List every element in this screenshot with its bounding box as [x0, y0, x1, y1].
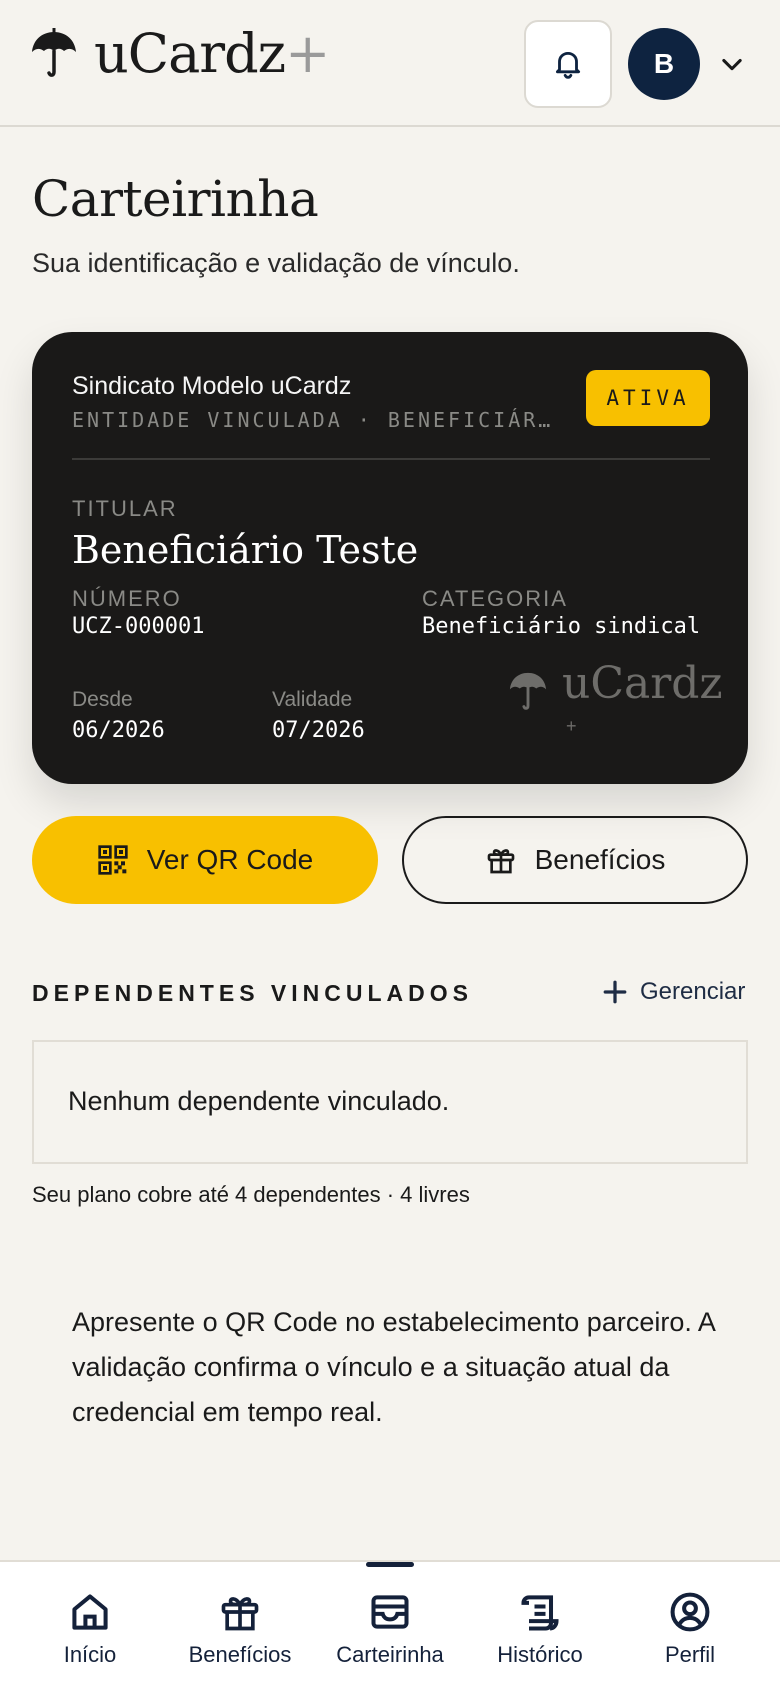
logo-text: uCardz+ [94, 22, 330, 85]
card-divider [72, 458, 710, 460]
status-badge: ATIVA [586, 370, 710, 426]
chevron-down-icon[interactable] [718, 50, 746, 78]
nav-item-historico[interactable]: Histórico [462, 1562, 618, 1688]
plus-icon [603, 980, 627, 1004]
umbrella-icon [509, 672, 547, 710]
number-label: NÚMERO [72, 586, 182, 611]
gift-icon [221, 1597, 259, 1631]
membership-card: Sindicato Modelo uCardz ENTIDADE VINCULA… [32, 332, 748, 784]
card-brand-text: uCardz [562, 658, 723, 709]
avatar[interactable]: B [628, 28, 700, 100]
nav-label: Início [63, 1642, 117, 1667]
logo-plus: + [285, 22, 330, 85]
manage-dependents-link[interactable]: Gerenciar [602, 978, 745, 1006]
nav-item-inicio[interactable]: Início [12, 1562, 168, 1688]
nav-label: Carteirinha [336, 1642, 444, 1667]
qr-code-icon [98, 845, 128, 875]
notifications-button[interactable] [524, 20, 612, 108]
nav-label: Perfil [664, 1642, 716, 1667]
nav-item-perfil[interactable]: Perfil [612, 1562, 768, 1688]
benefits-label: Benefícios [534, 844, 666, 875]
nav-item-beneficios[interactable]: Benefícios [162, 1562, 318, 1688]
nav-label: Benefícios [188, 1642, 292, 1667]
card-entity-name: Sindicato Modelo uCardz [72, 372, 352, 400]
view-qr-code-label: Ver QR Code [146, 844, 314, 875]
dependents-section-title: DEPENDENTES VINCULADOS [32, 980, 473, 1006]
avatar-initial: B [653, 48, 675, 79]
qr-instructions: Apresente o QR Code no estabelecimento p… [72, 1307, 715, 1427]
nav-label: Histórico [497, 1642, 583, 1667]
since-value: 06/2026 [72, 718, 165, 743]
holder-name: Beneficiário Teste [72, 528, 419, 572]
dependents-empty-state: Nenhum dependente vinculado. [68, 1086, 450, 1116]
card-number: UCZ-000001 [72, 614, 205, 639]
card-category: Beneficiário sindical [422, 614, 701, 639]
card-brand: uCardz [508, 662, 723, 714]
bell-icon [555, 51, 581, 79]
top-header: uCardz+ B [0, 0, 780, 127]
dependents-plan-note: Seu plano cobre até 4 dependentes · 4 li… [32, 1182, 470, 1207]
page-title: Carteirinha [32, 170, 319, 228]
benefits-button[interactable]: Benefícios [402, 816, 748, 904]
scroll-icon [521, 1595, 559, 1631]
card-icon [371, 1595, 409, 1629]
since-label: Desde [72, 688, 133, 711]
card-entity-subtitle: ENTIDADE VINCULADA · BENEFICIÁRIO [72, 408, 552, 432]
holder-label: TITULAR [72, 496, 178, 521]
card-brand-plus: + [566, 716, 577, 736]
umbrella-icon [32, 28, 76, 77]
home-icon [72, 1594, 108, 1630]
nav-item-carteirinha[interactable]: Carteirinha [312, 1562, 468, 1688]
manage-dependents-label: Gerenciar [640, 978, 746, 1005]
dependents-list: Nenhum dependente vinculado. [32, 1040, 748, 1164]
page-subtitle: Sua identificação e validação de vínculo… [32, 248, 520, 278]
validity-label: Validade [272, 688, 353, 711]
view-qr-code-button[interactable]: Ver QR Code [32, 816, 378, 904]
app: uCardz+ B Carteirinha Sua identificação … [0, 0, 780, 1688]
category-label: CATEGORIA [422, 586, 568, 611]
app-logo[interactable]: uCardz+ [30, 22, 330, 85]
bottom-navigation: Início Benefícios Carteirinha Histórico … [0, 1560, 780, 1688]
validity-value: 07/2026 [272, 718, 365, 743]
user-icon [670, 1592, 710, 1632]
gift-icon [487, 849, 514, 874]
